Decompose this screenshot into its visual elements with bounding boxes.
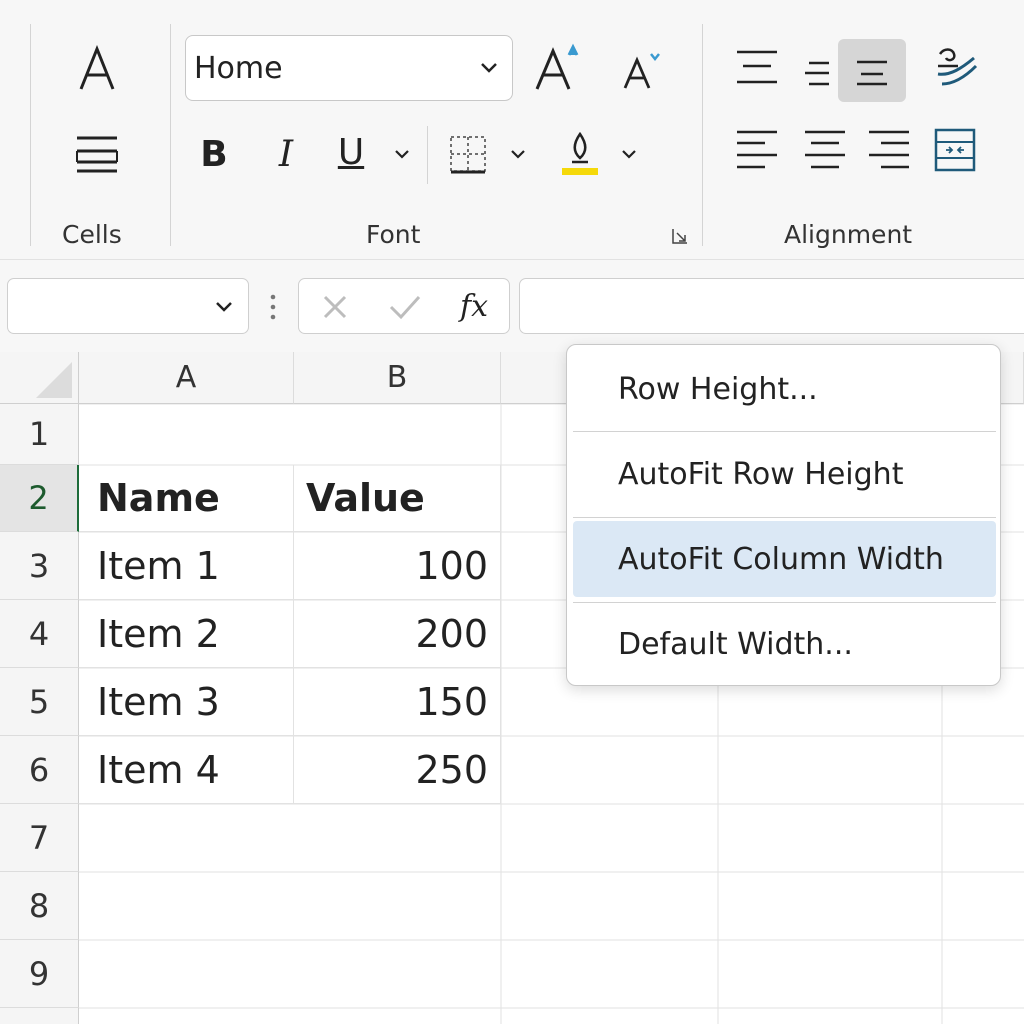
chevron-down-icon: [511, 150, 525, 159]
cell-a5[interactable]: Item 3: [79, 668, 294, 736]
ribbon-separator: [170, 24, 171, 246]
align-left-button[interactable]: [728, 122, 786, 178]
chevron-down-icon: [216, 302, 232, 312]
context-menu: Row Height... AutoFit Row Height AutoFit…: [566, 344, 1001, 686]
italic-button[interactable]: I: [262, 126, 310, 182]
cell-b2[interactable]: Value: [294, 465, 501, 532]
row-header-10[interactable]: [0, 1008, 79, 1024]
wrap-text-button[interactable]: [928, 40, 984, 96]
font-name-dropdown[interactable]: Home: [185, 35, 513, 101]
formula-bar-grip[interactable]: [268, 292, 278, 322]
confirm-entry-button[interactable]: [383, 289, 427, 325]
cell-b4[interactable]: 200: [294, 600, 501, 668]
formula-input[interactable]: [519, 278, 1024, 334]
row-header-9[interactable]: 9: [0, 940, 79, 1008]
bottom-align-button[interactable]: [838, 39, 906, 102]
top-align-button[interactable]: [728, 40, 786, 96]
align-center-button[interactable]: [796, 122, 854, 178]
cell-a3[interactable]: Item 1: [79, 532, 294, 600]
underline-button[interactable]: U: [328, 124, 374, 180]
align-bottom-icon: [857, 60, 887, 85]
ribbon-separator: [30, 24, 31, 246]
chevron-down-icon: [395, 150, 409, 159]
font-name-value: Home: [194, 50, 283, 86]
borders-dropdown[interactable]: [504, 140, 532, 168]
wrap-text-icon: [937, 48, 978, 86]
font-dialog-launcher[interactable]: [668, 224, 692, 248]
chevron-down-icon: [481, 63, 497, 73]
ribbon-separator: [427, 126, 428, 184]
font-shrink-icon: [623, 53, 660, 89]
cell-a4[interactable]: Item 2: [79, 600, 294, 668]
cell-b3[interactable]: 100: [294, 532, 501, 600]
underline-dropdown[interactable]: [388, 140, 416, 168]
align-right-icon: [869, 130, 909, 169]
row-header-3[interactable]: 3: [0, 532, 79, 600]
menu-item-autofit-column-width[interactable]: AutoFit Column Width: [573, 521, 996, 597]
group-label-cells: Cells: [62, 220, 122, 249]
menu-separator: [573, 517, 996, 518]
close-icon: [323, 295, 347, 319]
formula-actions: fx: [298, 278, 510, 334]
increase-font-size-button[interactable]: [530, 38, 586, 98]
insert-function-button[interactable]: fx: [449, 285, 499, 327]
menu-separator: [573, 431, 996, 432]
group-label-alignment: Alignment: [784, 220, 913, 249]
fill-color-icon: [562, 131, 598, 175]
row-header-2[interactable]: 2: [0, 465, 79, 532]
select-all-triangle-icon: [36, 362, 72, 398]
cell-b5[interactable]: 150: [294, 668, 501, 736]
merge-center-button[interactable]: [926, 122, 984, 178]
column-header-a[interactable]: A: [79, 352, 294, 404]
fill-color-dropdown[interactable]: [615, 140, 643, 168]
bold-button[interactable]: B: [190, 126, 238, 182]
cell-a2[interactable]: Name: [79, 465, 294, 532]
vertical-dots-icon: [270, 294, 276, 320]
cell-a6[interactable]: Item 4: [79, 736, 294, 804]
font-grow-icon: [535, 43, 579, 90]
decrease-font-size-button[interactable]: [615, 42, 667, 98]
middle-align-button[interactable]: [796, 48, 840, 98]
align-center-icon: [805, 130, 845, 169]
letter-a-icon: [79, 45, 115, 90]
ribbon: Cells Home B I U Font Alignment: [0, 0, 1024, 260]
group-label-font: Font: [366, 220, 421, 249]
cancel-entry-button[interactable]: [315, 289, 355, 325]
rows-format-icon: [76, 136, 118, 173]
row-header-5[interactable]: 5: [0, 668, 79, 736]
row-header-7[interactable]: 7: [0, 804, 79, 872]
borders-icon: [450, 136, 486, 174]
align-right-button[interactable]: [860, 122, 918, 178]
menu-separator: [573, 602, 996, 603]
select-all-button[interactable]: [0, 352, 79, 404]
column-header-b[interactable]: B: [294, 352, 501, 404]
menu-item-autofit-row-height[interactable]: AutoFit Row Height: [573, 436, 996, 512]
name-box[interactable]: [7, 278, 249, 334]
fill-color-button[interactable]: [556, 126, 604, 178]
menu-item-default-width[interactable]: Default Width...: [573, 606, 996, 682]
chevron-down-icon: [622, 150, 636, 159]
dialog-launcher-icon: [672, 229, 687, 244]
borders-button[interactable]: [444, 128, 492, 180]
cell-b6[interactable]: 250: [294, 736, 501, 804]
row-header-4[interactable]: 4: [0, 600, 79, 668]
align-middle-icon: [805, 61, 829, 86]
menu-item-row-height[interactable]: Row Height...: [573, 351, 996, 427]
font-style-a-button[interactable]: [62, 38, 132, 98]
row-header-8[interactable]: 8: [0, 872, 79, 940]
align-top-icon: [737, 50, 777, 84]
ribbon-separator: [702, 24, 703, 246]
row-header-6[interactable]: 6: [0, 736, 79, 804]
format-rows-button[interactable]: [62, 124, 132, 184]
align-left-icon: [737, 130, 777, 169]
row-header-1[interactable]: 1: [0, 404, 79, 465]
checkmark-icon: [389, 295, 421, 320]
merge-cells-icon: [934, 128, 976, 172]
